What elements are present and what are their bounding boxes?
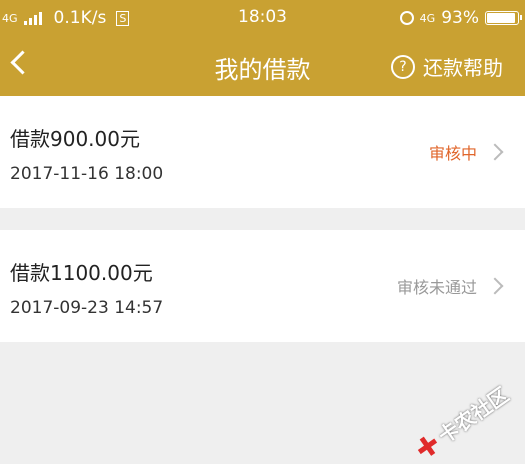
loan-amount: 借款900.00元 — [10, 127, 140, 151]
battery-fill — [487, 13, 515, 23]
loan-status-label: 审核中 — [428, 144, 477, 163]
battery-icon — [485, 11, 522, 25]
help-label: 还款帮助 — [423, 56, 503, 80]
watermark: 卡农社区 — [410, 379, 513, 464]
battery-percent: 93% — [441, 8, 479, 28]
loan-status: 审核中 — [428, 140, 504, 164]
loan-date: 2017-09-23 14:57 — [10, 298, 164, 318]
question-circle-icon: ? — [391, 54, 415, 79]
watermark-text: 卡农社区 — [433, 382, 514, 449]
chevron-right-icon — [486, 277, 504, 295]
loan-amount: 借款1100.00元 — [10, 261, 153, 285]
network-type-right: 4G — [419, 11, 436, 25]
status-right: 4G 93% — [399, 8, 522, 28]
loan-item[interactable]: 借款1100.00元 2017-09-23 14:57 审核未通过 — [0, 230, 525, 342]
chevron-right-icon — [486, 143, 504, 161]
status-bar: 4G 0.1K/s S 18:03 4G 93% — [0, 0, 525, 36]
loan-date: 2017-11-16 18:00 — [10, 164, 164, 184]
app-header: 4G 0.1K/s S 18:03 4G 93% 我的借款 ? 还款帮助 — [0, 0, 525, 96]
loan-item[interactable]: 借款900.00元 2017-11-16 18:00 审核中 — [0, 96, 525, 208]
watermark-logo-icon — [413, 432, 441, 460]
loan-status: 审核未通过 — [396, 274, 504, 298]
repayment-help-button[interactable]: ? 还款帮助 — [391, 52, 503, 81]
nav-bar: 我的借款 ? 还款帮助 — [0, 36, 525, 96]
alarm-icon — [399, 11, 414, 25]
loan-status-label: 审核未通过 — [396, 278, 477, 297]
